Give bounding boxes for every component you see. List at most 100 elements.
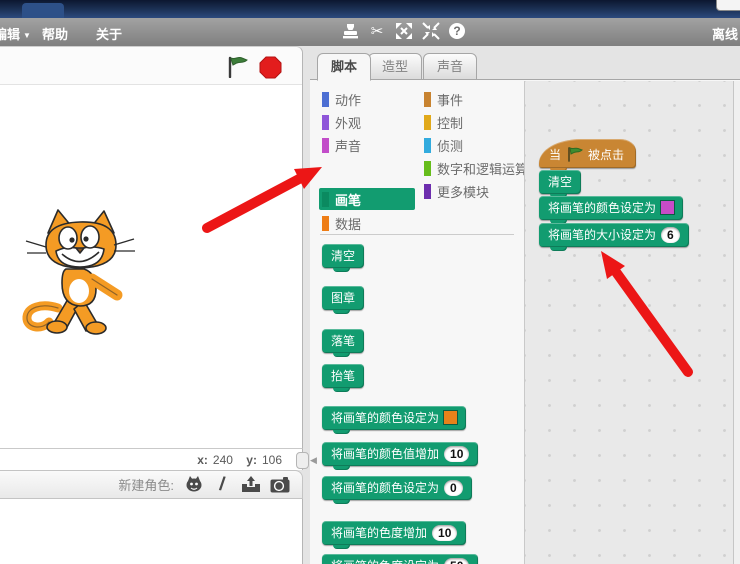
x-label: x: — [197, 453, 208, 467]
stage-header — [0, 47, 302, 85]
stage-resize-handle[interactable] — [296, 452, 309, 469]
number-input[interactable]: 6 — [661, 226, 680, 243]
tab-costumes[interactable]: 造型 — [368, 53, 423, 81]
hat-label-suffix: 被点击 — [588, 148, 625, 162]
menu-edit[interactable]: 编辑 ▼ — [0, 24, 31, 43]
category-events[interactable]: 事件 — [424, 89, 463, 109]
script-area-edge — [733, 81, 740, 564]
category-sensing[interactable]: 侦测 — [424, 135, 463, 155]
block-label: 清空 — [331, 249, 356, 263]
scissors-icon[interactable]: ✂ — [368, 22, 386, 40]
number-input[interactable]: 10 — [432, 524, 458, 541]
color-input[interactable] — [444, 411, 458, 424]
number-input[interactable]: 10 — [444, 445, 470, 462]
offline-indicator: 离线 — [712, 27, 739, 42]
scratch-cat-sprite[interactable] — [22, 207, 140, 337]
block-label: 将画笔的颜色值增加 — [331, 447, 440, 461]
block-palette: 动作 外观 声音 画笔 数据 事件 控制 侦测 数字和逻辑运算 更多模块 清空 … — [310, 80, 528, 564]
cursor-tools: ✂ ? — [341, 22, 465, 40]
menu-bar: 编辑 ▼ 帮助 关于 ✂ ? 离线 — [0, 18, 740, 46]
upload-icon[interactable] — [241, 475, 261, 495]
script-block-set-pen-size[interactable]: 将画笔的大小设定为 6 — [539, 223, 689, 251]
category-more-blocks[interactable]: 更多模块 — [424, 181, 489, 201]
operators-swatch — [424, 160, 431, 176]
category-label: 数据 — [335, 216, 362, 232]
block-set-pen-color[interactable]: 将画笔的颜色设定为 — [322, 406, 467, 434]
new-sprite-bar: 新建角色: / — [0, 470, 303, 499]
new-sprite-label: 新建角色: — [118, 478, 174, 493]
block-stamp[interactable]: 图章 — [322, 286, 365, 314]
number-input[interactable]: 50 — [444, 557, 470, 564]
category-pen-selected[interactable]: 画笔 — [319, 188, 415, 210]
menu-edit-label: 编辑 — [0, 27, 21, 42]
tab-sounds[interactable]: 声音 — [423, 53, 478, 81]
block-label: 图章 — [331, 291, 356, 305]
block-label: 将画笔的颜色设定为 — [331, 411, 440, 425]
block-clear[interactable]: 清空 — [322, 244, 365, 272]
block-pen-down[interactable]: 落笔 — [322, 329, 365, 357]
camera-icon[interactable] — [270, 475, 290, 495]
more-blocks-swatch — [424, 183, 431, 199]
color-input[interactable] — [661, 201, 675, 214]
y-label: y: — [246, 453, 257, 467]
script-block-set-pen-color[interactable]: 将画笔的颜色设定为 — [539, 196, 684, 224]
menu-help[interactable]: 帮助 — [42, 24, 68, 43]
editor-panel: 脚本 造型 声音 动作 外观 声音 画笔 数据 事件 控制 侦测 数字和逻辑运算… — [310, 46, 740, 564]
tab-scripts[interactable]: 脚本 — [317, 53, 372, 81]
y-value: 106 — [261, 453, 282, 467]
sound-swatch — [322, 137, 329, 153]
green-flag-button[interactable] — [226, 56, 250, 79]
events-swatch — [424, 91, 431, 107]
block-label: 抬笔 — [331, 369, 356, 383]
control-swatch — [424, 114, 431, 130]
hat-label-prefix: 当 — [549, 148, 562, 162]
block-set-pen-color-number[interactable]: 将画笔的颜色设定为 0 — [322, 476, 472, 504]
scripts-tab-body: 动作 外观 声音 画笔 数据 事件 控制 侦测 数字和逻辑运算 更多模块 清空 … — [310, 79, 740, 564]
menu-about[interactable]: 关于 — [96, 24, 122, 43]
chevron-down-icon: ▼ — [23, 31, 31, 40]
mouse-coordinates: x: 240 y: 106 — [0, 448, 303, 470]
script-block-clear[interactable]: 清空 — [539, 170, 582, 198]
looks-swatch — [322, 114, 329, 130]
grow-icon[interactable] — [395, 22, 413, 40]
scratch-app-window: 编辑 ▼ 帮助 关于 ✂ ? 离线 x: 240 y: 106 新建角色: / … — [0, 0, 740, 564]
sensing-swatch — [424, 137, 431, 153]
block-label: 将画笔的大小设定为 — [548, 228, 657, 242]
number-input[interactable]: 0 — [444, 479, 463, 496]
block-change-pen-color[interactable]: 将画笔的颜色值增加 10 — [322, 442, 479, 470]
window-control-button[interactable] — [716, 0, 740, 11]
paint-brush-icon[interactable]: / — [211, 473, 234, 496]
pen-swatch — [322, 191, 329, 207]
palette-collapse-arrow[interactable]: ◀ — [310, 455, 317, 466]
palette-divider — [320, 234, 514, 235]
category-label: 动作 — [335, 92, 362, 108]
category-sound[interactable]: 声音 — [322, 135, 361, 155]
block-pen-up[interactable]: 抬笔 — [322, 364, 365, 392]
stop-button[interactable] — [259, 56, 282, 79]
title-bar-accent — [22, 3, 64, 18]
category-label: 数字和逻辑运算 — [437, 161, 529, 177]
stamp-icon[interactable] — [341, 22, 359, 40]
x-value: 240 — [212, 453, 233, 467]
window-title-bar — [0, 0, 740, 18]
category-label: 事件 — [437, 92, 464, 108]
block-label: 将画笔的颜色设定为 — [548, 201, 657, 215]
block-label: 将画笔的颜色设定为 — [331, 481, 440, 495]
category-data[interactable]: 数据 — [322, 213, 361, 233]
category-motion[interactable]: 动作 — [322, 89, 361, 109]
shrink-icon[interactable] — [422, 22, 440, 40]
category-operators[interactable]: 数字和逻辑运算 — [424, 158, 528, 178]
motion-swatch — [322, 91, 329, 107]
category-looks[interactable]: 外观 — [322, 112, 361, 132]
category-control[interactable]: 控制 — [424, 112, 463, 132]
block-help-icon[interactable]: ? — [449, 23, 465, 39]
block-set-pen-shade[interactable]: 将画笔的色度设定为 50 — [322, 554, 479, 564]
script-hat-when-flag-clicked[interactable]: 当 被点击 — [539, 139, 637, 172]
category-label: 画笔 — [335, 192, 362, 208]
data-swatch — [322, 215, 329, 231]
stage-panel — [0, 46, 303, 448]
script-area[interactable]: 当 被点击 清空 将画笔的颜色设定为 将画笔的大小设定为 6 — [524, 81, 733, 564]
category-label: 声音 — [335, 138, 362, 154]
block-change-pen-shade[interactable]: 将画笔的色度增加 10 — [322, 521, 467, 549]
sprite-library-icon[interactable] — [183, 475, 203, 495]
